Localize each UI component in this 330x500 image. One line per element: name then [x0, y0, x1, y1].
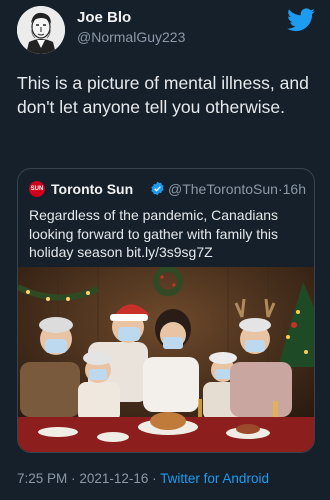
- tweet-time[interactable]: 7:25 PM: [17, 471, 67, 486]
- tweet-text: This is a picture of mental illness, and…: [17, 73, 309, 117]
- tweet-timestamp: 7:25 PM · 2021-12-16 · Twitter for Andro…: [17, 471, 269, 486]
- separator-dot: ·: [152, 471, 157, 486]
- separator-dot: ·: [71, 471, 76, 486]
- quoted-tweet-age: 16h: [282, 181, 306, 197]
- tweet-card: Joe Blo @NormalGuy223 This is a picture …: [0, 0, 330, 500]
- verified-badge-icon: [151, 181, 164, 196]
- quoted-handle-line: @TheTorontoSun·16h: [168, 181, 306, 197]
- tweet-date[interactable]: 2021-12-16: [79, 471, 148, 486]
- portrait-illustration: [17, 6, 65, 54]
- toronto-sun-logo: SUN: [29, 181, 45, 197]
- author-handle[interactable]: @NormalGuy223: [77, 29, 185, 45]
- quoted-author-name[interactable]: Toronto Sun: [51, 181, 133, 197]
- family-dinner-photo[interactable]: [18, 267, 314, 452]
- quoted-author-handle[interactable]: @TheTorontoSun: [168, 181, 278, 197]
- tweet-source-link[interactable]: Twitter for Android: [160, 471, 269, 486]
- author-avatar[interactable]: [17, 6, 65, 54]
- quoted-tweet-text: Regardless of the pandemic, Canadians lo…: [29, 207, 279, 260]
- twitter-bird-icon[interactable]: [287, 8, 315, 32]
- author-name[interactable]: Joe Blo: [77, 9, 131, 26]
- quoted-tweet[interactable]: SUN Toronto Sun @TheTorontoSun·16h Regar…: [17, 168, 315, 453]
